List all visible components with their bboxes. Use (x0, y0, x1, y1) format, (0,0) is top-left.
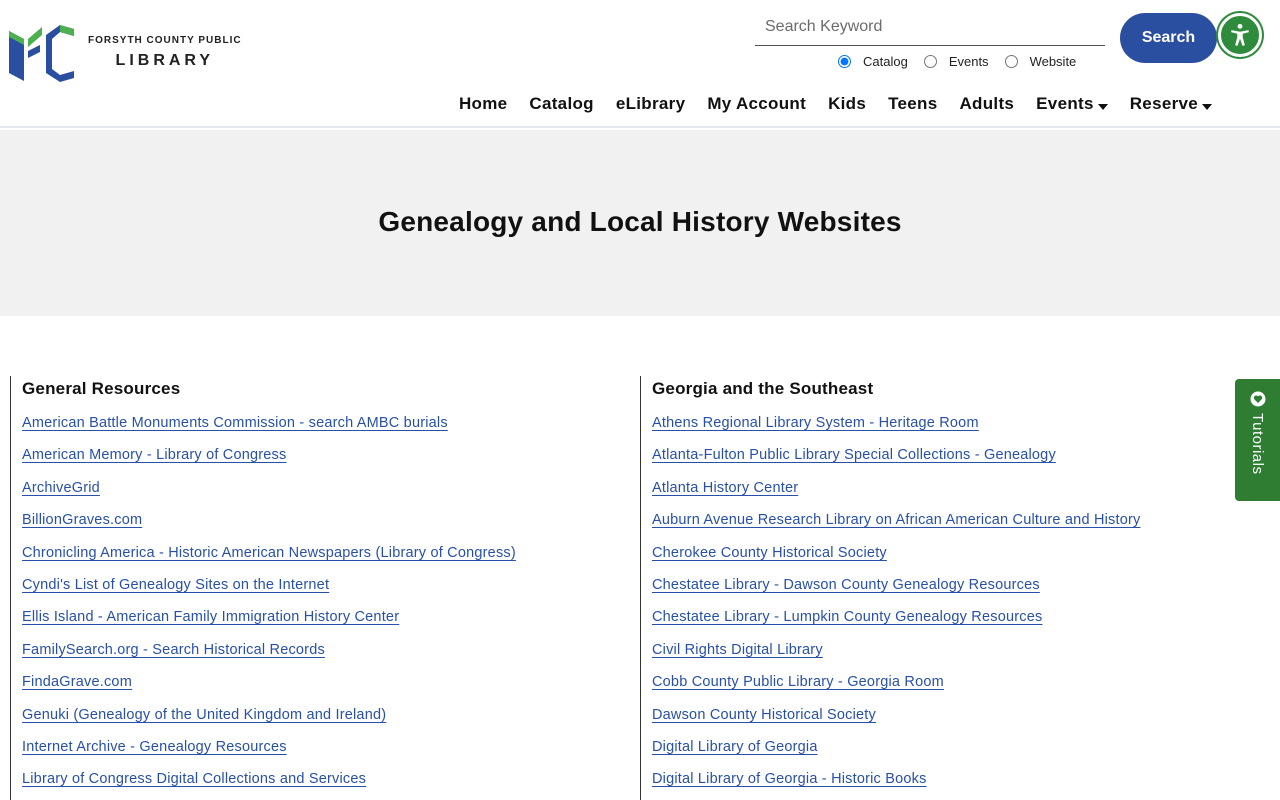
nav-elibrary[interactable]: eLibrary (616, 94, 686, 114)
resource-link[interactable]: Internet Archive - Genealogy Resources (22, 739, 287, 755)
chevron-down-icon (1202, 103, 1212, 110)
search-scope-website[interactable]: Website (1004, 54, 1077, 69)
nav-events-label: Events (1036, 94, 1094, 113)
accessibility-icon (1231, 23, 1249, 46)
list-item: Atlanta History Center (652, 479, 1240, 511)
nav-kids[interactable]: Kids (828, 94, 866, 114)
list-item: FindaGrave.com (22, 673, 610, 705)
library-logo[interactable]: FORSYTH COUNTY PUBLIC LIBRARY (6, 20, 246, 84)
list-item: Cyndi's List of Genealogy Sites on the I… (22, 576, 610, 608)
radio-catalog[interactable] (838, 55, 851, 68)
list-item: American Battle Monuments Commission - s… (22, 414, 610, 446)
radio-events-label: Events (948, 54, 989, 69)
chevron-down-icon (1097, 103, 1108, 110)
list-item: BillionGraves.com (22, 511, 610, 543)
resource-link[interactable]: Atlanta-Fulton Public Library Special Co… (652, 447, 1056, 463)
list-item: Digital Library of Georgia - Historic Bo… (652, 770, 1240, 800)
list-item: ArchiveGrid (22, 479, 610, 511)
nav-events[interactable]: Events (1036, 94, 1108, 114)
list-item: Atlanta-Fulton Public Library Special Co… (652, 446, 1240, 478)
resource-link[interactable]: Cyndi's List of Genealogy Sites on the I… (22, 577, 329, 593)
general-resources-heading: General Resources (22, 379, 181, 398)
site-header: FORSYTH COUNTY PUBLIC LIBRARY Catalog Ev… (0, 0, 1280, 128)
georgia-southeast-column: Georgia and the Southeast Athens Regiona… (640, 376, 1240, 800)
search-area: Catalog Events Website (755, 8, 1105, 69)
list-item: Cobb County Public Library - Georgia Roo… (652, 673, 1240, 705)
logo-line-1: FORSYTH COUNTY PUBLIC (88, 34, 242, 46)
library-logo-icon (9, 25, 74, 82)
radio-events[interactable] (923, 55, 937, 68)
general-resources-list: American Battle Monuments Commission - s… (22, 414, 610, 800)
main-nav: Home Catalog eLibrary My Account Kids Te… (437, 94, 1212, 114)
page-hero: Genealogy and Local History Websites (0, 130, 1280, 316)
tutorials-tab[interactable]: Tutorials (1235, 379, 1280, 501)
resource-link[interactable]: ArchiveGrid (22, 480, 100, 496)
list-item: Library of Congress Digital Collections … (22, 770, 610, 800)
search-scope-events[interactable]: Events (923, 54, 989, 69)
resource-link[interactable]: Athens Regional Library System - Heritag… (652, 415, 979, 431)
list-item: Dawson County Historical Society (652, 706, 1240, 738)
list-item: FamilySearch.org - Search Historical Rec… (22, 641, 610, 673)
resource-link[interactable]: Digital Library of Georgia (652, 739, 818, 755)
list-item: Internet Archive - Genealogy Resources (22, 738, 610, 770)
resource-link[interactable]: Digital Library of Georgia - Historic Bo… (652, 771, 927, 787)
resource-link[interactable]: American Memory - Library of Congress (22, 447, 286, 463)
nav-my-account[interactable]: My Account (707, 94, 806, 114)
general-resources-column: General Resources American Battle Monume… (10, 376, 610, 800)
nav-teens[interactable]: Teens (888, 94, 937, 114)
nav-adults[interactable]: Adults (959, 94, 1014, 114)
nav-reserve-label: Reserve (1129, 94, 1198, 113)
list-item: Cherokee County Historical Society (652, 544, 1240, 576)
list-item: Auburn Avenue Research Library on Africa… (652, 511, 1240, 543)
list-item: Genuki (Genealogy of the United Kingdom … (22, 706, 610, 738)
list-item: Digital Library of Georgia (652, 738, 1240, 770)
search-scope-catalog[interactable]: Catalog (838, 54, 908, 69)
resource-link[interactable]: BillionGraves.com (22, 512, 142, 528)
resource-link[interactable]: Cherokee County Historical Society (652, 545, 887, 561)
list-item: Athens Regional Library System - Heritag… (652, 414, 1240, 446)
resource-link[interactable]: FamilySearch.org - Search Historical Rec… (22, 642, 325, 658)
nav-home[interactable]: Home (459, 94, 507, 114)
list-item: Civil Rights Digital Library (652, 641, 1240, 673)
resource-link[interactable]: American Battle Monuments Commission - s… (22, 415, 448, 431)
list-item: American Memory - Library of Congress (22, 446, 610, 478)
resource-link[interactable]: Atlanta History Center (652, 480, 798, 496)
resource-link[interactable]: Dawson County Historical Society (652, 707, 876, 723)
nav-catalog[interactable]: Catalog (529, 94, 593, 114)
georgia-southeast-heading: Georgia and the Southeast (652, 379, 874, 398)
resource-link[interactable]: Cobb County Public Library - Georgia Roo… (652, 674, 944, 690)
radio-website-label: Website (1029, 54, 1077, 69)
heart-circle-icon (1250, 391, 1265, 407)
nav-reserve[interactable]: Reserve (1130, 94, 1212, 114)
search-button[interactable]: Search (1120, 13, 1217, 63)
resource-link[interactable]: Civil Rights Digital Library (652, 642, 823, 658)
page-title: Genealogy and Local History Websites (378, 206, 902, 237)
resource-link[interactable]: Chestatee Library - Dawson County Geneal… (652, 577, 1040, 593)
tutorials-label: Tutorials (1249, 413, 1266, 475)
list-item: Ellis Island - American Family Immigrati… (22, 608, 610, 640)
list-item: Chestatee Library - Lumpkin County Genea… (652, 608, 1240, 640)
accessibility-button[interactable] (1218, 13, 1262, 57)
logo-line-2: LIBRARY (115, 51, 215, 69)
resource-link[interactable]: Auburn Avenue Research Library on Africa… (652, 512, 1140, 528)
resource-link[interactable]: Chronicling America - Historic American … (22, 545, 516, 561)
resource-link[interactable]: Chestatee Library - Lumpkin County Genea… (652, 609, 1042, 625)
search-input[interactable] (755, 8, 1105, 46)
radio-website[interactable] (1004, 55, 1018, 68)
resource-link[interactable]: Ellis Island - American Family Immigrati… (22, 609, 399, 625)
resource-link[interactable]: Library of Congress Digital Collections … (22, 771, 366, 787)
list-item: Chestatee Library - Dawson County Geneal… (652, 576, 1240, 608)
resource-link[interactable]: Genuki (Genealogy of the United Kingdom … (22, 707, 386, 723)
search-scope-options: Catalog Events Website (838, 54, 1076, 69)
georgia-southeast-list: Athens Regional Library System - Heritag… (652, 414, 1240, 800)
list-item: Chronicling America - Historic American … (22, 544, 610, 576)
radio-catalog-label: Catalog (863, 54, 908, 69)
resource-link[interactable]: FindaGrave.com (22, 674, 132, 690)
